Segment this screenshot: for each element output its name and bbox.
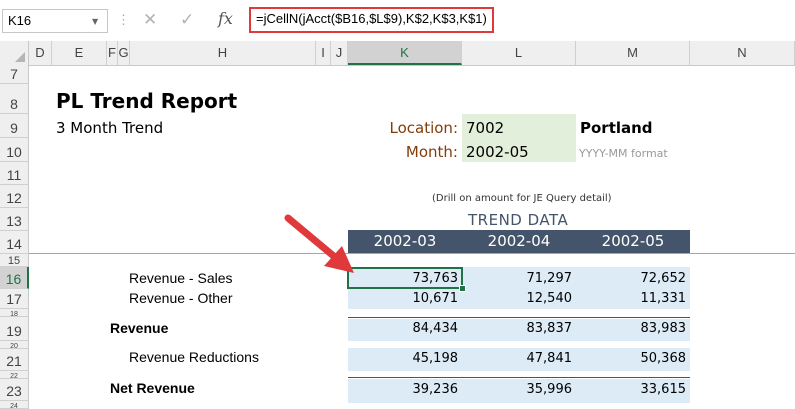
select-all-icon	[15, 52, 25, 62]
column-header-m[interactable]: M	[576, 41, 690, 65]
value-cell[interactable]: 83,837	[527, 321, 573, 336]
value-cell[interactable]: 72,652	[641, 271, 687, 286]
row-number: 8	[10, 96, 18, 112]
formula-bar-grip-icon: ⋮	[117, 12, 130, 27]
row-header-24[interactable]: 24	[0, 401, 29, 409]
enter-icon[interactable]: ✓	[180, 10, 194, 30]
row-number: 10	[6, 144, 22, 160]
line-label-revenue-sales: Revenue - Sales	[129, 270, 233, 286]
column-header-f[interactable]: F	[107, 41, 118, 65]
row-number: 13	[6, 213, 22, 229]
arrow-annotation-icon	[284, 214, 354, 273]
location-value[interactable]: 7002	[466, 119, 504, 137]
line-label-net-revenue: Net Revenue	[110, 380, 195, 396]
row-header-13[interactable]: 13	[0, 208, 29, 231]
value-cell[interactable]: 33,615	[641, 382, 687, 397]
column-header-l[interactable]: L	[462, 41, 576, 65]
row-header-16[interactable]: 16	[0, 267, 29, 289]
row-number: 12	[6, 190, 22, 206]
row-header-22[interactable]: 22	[0, 371, 29, 379]
value-cell[interactable]: 83,983	[641, 321, 687, 336]
row-number: 14	[6, 236, 22, 252]
name-box-value[interactable]: K16	[8, 13, 31, 28]
value-cell[interactable]: 35,996	[527, 382, 573, 397]
value-cell[interactable]: 84,434	[413, 321, 459, 336]
revenue-top-rule	[348, 317, 690, 318]
revenue-reductions-band	[348, 348, 690, 371]
active-cell-border[interactable]	[347, 267, 463, 289]
month-label: Month:	[405, 143, 458, 161]
row-header-12[interactable]: 12	[0, 185, 29, 208]
row-header-7[interactable]: 7	[0, 65, 29, 84]
value-cell[interactable]: 47,841	[527, 351, 573, 366]
month-format-hint: YYYY-MM format	[579, 147, 668, 160]
row-header-19[interactable]: 19	[0, 317, 29, 341]
period-header-1: 2002-03	[348, 230, 462, 253]
net-revenue-band	[348, 379, 690, 403]
row-header-18[interactable]: 18	[0, 309, 29, 317]
value-cell[interactable]: 45,198	[413, 351, 459, 366]
row-number: 17	[6, 291, 22, 307]
column-header-j[interactable]: J	[331, 41, 348, 65]
period-header-2: 2002-04	[462, 230, 576, 253]
freeze-pane-divider	[29, 253, 795, 254]
value-cell[interactable]: 11,331	[641, 291, 687, 306]
formula-input[interactable]: =jCellN(jAcct($B16,$L$9),K$2,K$3,K$1)	[256, 11, 487, 26]
row-number: 23	[6, 383, 22, 399]
row-number: 24	[10, 403, 18, 409]
row-number: 16	[5, 271, 22, 287]
report-subtitle: 3 Month Trend	[56, 119, 164, 137]
value-cell[interactable]: 12,540	[527, 291, 573, 306]
drill-note: (Drill on amount for JE Query detail)	[432, 193, 612, 204]
row-number: 9	[10, 120, 18, 136]
revenue-band	[348, 319, 690, 341]
row-header-21[interactable]: 21	[0, 349, 29, 371]
row-number: 7	[10, 66, 18, 82]
month-value[interactable]: 2002-05	[466, 143, 529, 161]
row-number: 19	[6, 323, 22, 339]
row-header-15[interactable]: 15	[0, 254, 29, 267]
insert-function-icon[interactable]: fx	[218, 9, 233, 28]
value-cell[interactable]: 39,236	[413, 382, 459, 397]
column-header-d[interactable]: D	[29, 41, 52, 65]
select-all-button[interactable]	[0, 41, 29, 65]
row-header-10[interactable]: 10	[0, 138, 29, 162]
row-number: 21	[6, 353, 22, 369]
row-header-9[interactable]: 9	[0, 114, 29, 138]
row-header-20[interactable]: 20	[0, 341, 29, 349]
value-cell[interactable]: 50,368	[641, 351, 687, 366]
line-label-revenue: Revenue	[110, 320, 169, 336]
column-header-n[interactable]: N	[690, 41, 795, 65]
location-name: Portland	[580, 119, 653, 137]
fill-handle[interactable]	[459, 285, 466, 292]
name-box-dropdown-icon[interactable]: ▼	[92, 17, 98, 26]
column-header-e[interactable]: E	[52, 41, 107, 65]
column-header-h[interactable]: H	[130, 41, 316, 65]
column-header-i[interactable]: I	[316, 41, 331, 65]
row-header-23[interactable]: 23	[0, 379, 29, 401]
location-label: Location:	[389, 119, 459, 137]
row-number: 15	[7, 255, 21, 267]
line-label-revenue-other: Revenue - Other	[129, 290, 233, 306]
row-number: 11	[6, 167, 22, 183]
value-cell[interactable]: 71,297	[527, 271, 573, 286]
period-header-3: 2002-05	[576, 230, 690, 253]
cancel-icon[interactable]: ✕	[143, 10, 157, 30]
line-label-revenue-reductions: Revenue Reductions	[129, 349, 259, 365]
column-header-g[interactable]: G	[118, 41, 130, 65]
trend-data-title: TREND DATA	[468, 211, 569, 229]
row-header-17[interactable]: 17	[0, 289, 29, 309]
row-header-14[interactable]: 14	[0, 231, 29, 254]
row-header-11[interactable]: 11	[0, 162, 29, 185]
row-header-8[interactable]: 8	[0, 84, 29, 114]
net-revenue-top-rule	[348, 377, 690, 378]
report-title: PL Trend Report	[56, 89, 238, 113]
column-header-k[interactable]: K	[348, 41, 462, 65]
value-cell[interactable]: 10,671	[413, 291, 459, 306]
